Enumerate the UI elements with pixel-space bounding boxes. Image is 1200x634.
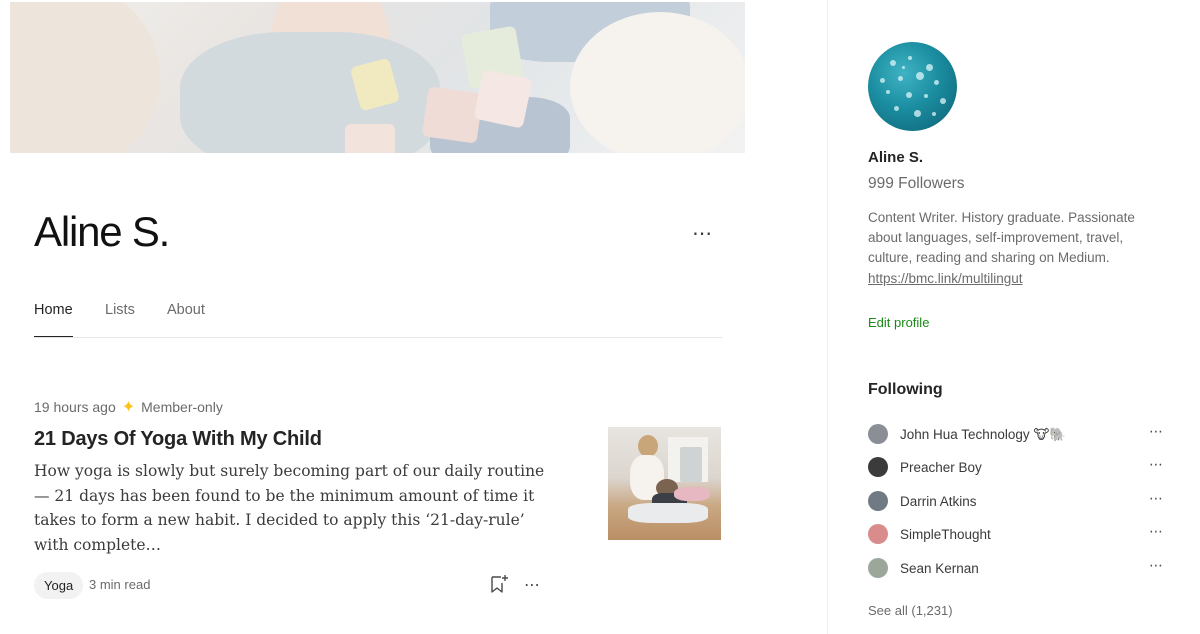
following-more-icon[interactable]: ⋯ [1149, 523, 1163, 540]
post-read-time: 3 min read [89, 577, 151, 592]
following-item[interactable]: Darrin Atkins ⋯ [868, 490, 1168, 513]
following-item[interactable]: Preacher Boy ⋯ [868, 456, 1168, 479]
following-name[interactable]: SimpleThought [900, 527, 991, 542]
post-excerpt[interactable]: How yoga is slowly but surely becoming p… [34, 459, 546, 557]
tab-about[interactable]: About [167, 302, 205, 318]
sidebar-profile-name[interactable]: Aline S. [868, 149, 923, 166]
following-avatar [868, 558, 888, 578]
see-all-following-link[interactable]: See all (1,231) [868, 603, 953, 618]
bookmark-add-icon[interactable] [488, 573, 510, 595]
post-tag-yoga[interactable]: Yoga [34, 572, 84, 599]
following-more-icon[interactable]: ⋯ [1149, 557, 1163, 574]
following-name[interactable]: Preacher Boy [900, 460, 982, 475]
profile-avatar[interactable] [868, 42, 957, 131]
following-avatar [868, 424, 888, 444]
following-avatar [868, 524, 888, 544]
profile-bio-link[interactable]: https://bmc.link/multilingut [868, 271, 1023, 286]
post-meta: 19 hours ago ✦ Member-only [34, 397, 223, 417]
following-heading: Following [868, 381, 943, 398]
profile-more-options-icon[interactable]: ⋯ [692, 221, 712, 246]
profile-bio: Content Writer. History graduate. Passio… [868, 208, 1168, 289]
following-avatar [868, 457, 888, 477]
following-name[interactable]: Sean Kernan [900, 561, 979, 576]
member-star-icon: ✦ [121, 399, 136, 416]
following-more-icon[interactable]: ⋯ [1149, 490, 1163, 507]
following-item[interactable]: SimpleThought ⋯ [868, 523, 1168, 546]
profile-tabs: Home Lists About [34, 302, 722, 338]
following-more-icon[interactable]: ⋯ [1149, 456, 1163, 473]
member-only-label: Member-only [141, 399, 223, 415]
following-avatar [868, 491, 888, 511]
post-thumbnail-image[interactable] [608, 427, 721, 540]
post-more-options-icon[interactable]: ⋯ [524, 575, 540, 595]
post-time: 19 hours ago [34, 399, 116, 415]
tab-home[interactable]: Home [34, 302, 73, 337]
profile-name-heading: Aline S. [34, 208, 170, 255]
edit-profile-link[interactable]: Edit profile [868, 315, 929, 330]
tab-lists[interactable]: Lists [105, 302, 135, 318]
post-title[interactable]: 21 Days Of Yoga With My Child [34, 428, 322, 451]
main-column: Aline S. ⋯ Home Lists About 19 hours ago… [0, 0, 827, 634]
followers-count[interactable]: 999 Followers [868, 175, 965, 193]
following-item[interactable]: Sean Kernan ⋯ [868, 557, 1168, 580]
following-item[interactable]: John Hua Technology 🐮🐘 ⋯ [868, 423, 1168, 446]
following-name[interactable]: Darrin Atkins [900, 494, 977, 509]
following-more-icon[interactable]: ⋯ [1149, 423, 1163, 440]
following-name[interactable]: John Hua Technology 🐮🐘 [900, 427, 1066, 443]
profile-sidebar: Aline S. 999 Followers Content Writer. H… [827, 0, 1200, 634]
profile-bio-text: Content Writer. History graduate. Passio… [868, 210, 1135, 266]
profile-cover-image [10, 2, 745, 153]
